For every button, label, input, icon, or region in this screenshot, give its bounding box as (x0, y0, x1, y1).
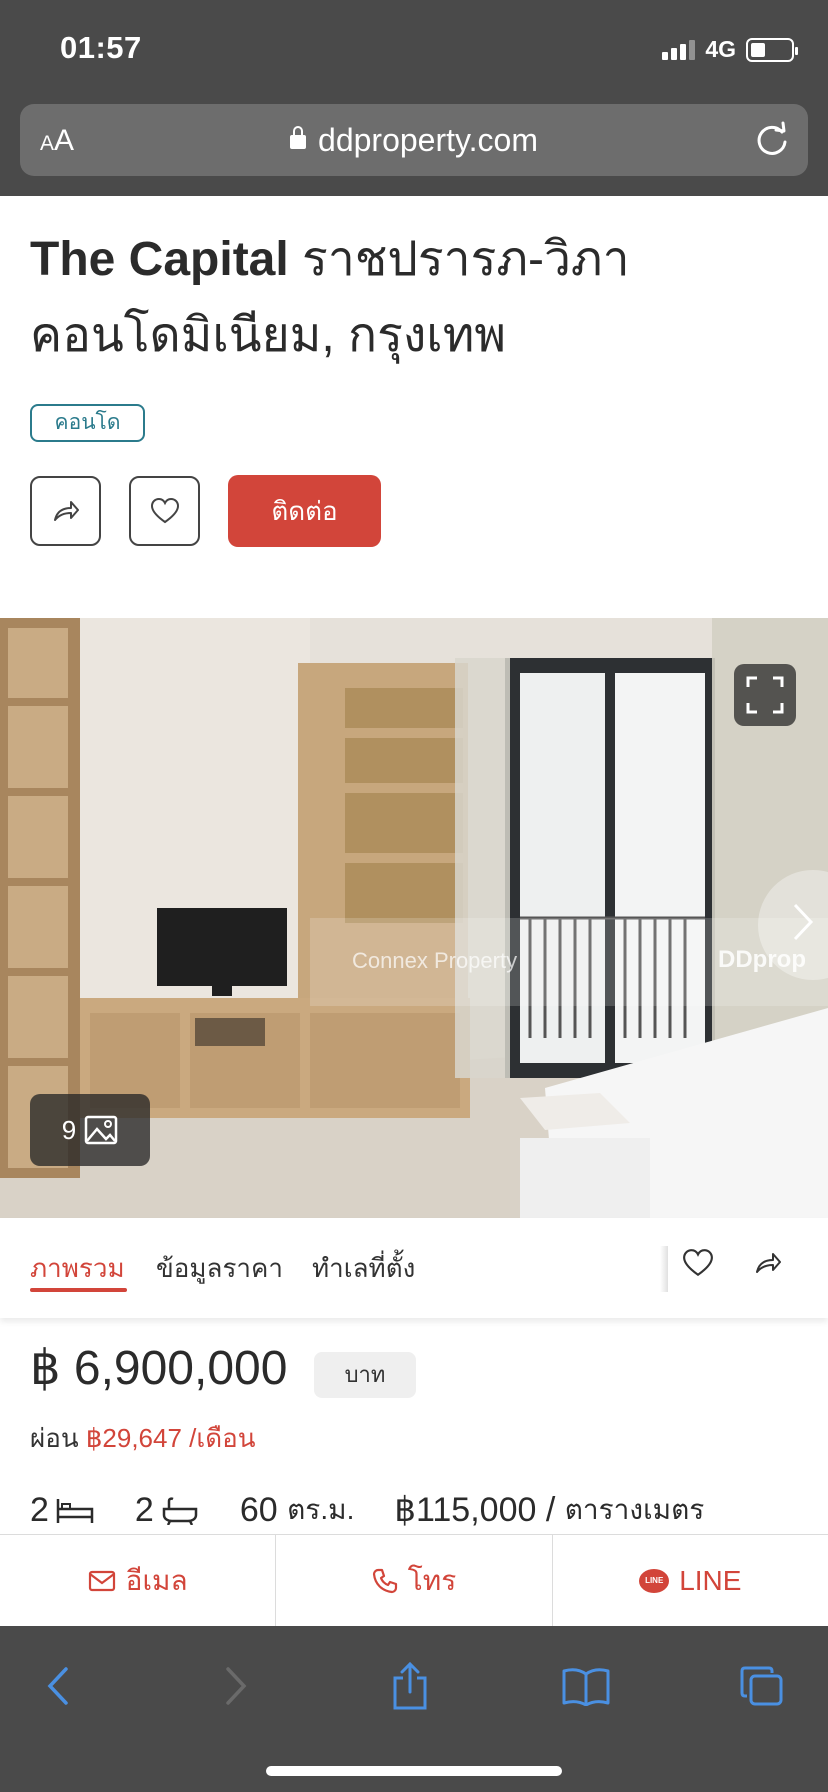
bookmarks-button[interactable] (556, 1656, 616, 1716)
listing-price: ฿ 6,900,000 (30, 1342, 288, 1395)
contact-button[interactable]: ติดต่อ (228, 475, 381, 547)
lock-icon (290, 126, 307, 149)
contact-action-bar: อีเมล โทร LINE LINE (0, 1534, 828, 1626)
share-icon[interactable] (752, 1248, 784, 1278)
bathroom-count: 2 (134, 1490, 154, 1529)
tab-price-info[interactable]: ข้อมูลราคา (156, 1248, 283, 1289)
listing-photo[interactable]: Connex Property DDprop 9 (0, 618, 828, 1218)
forward-button[interactable] (206, 1656, 266, 1716)
price-unit-badge: บาท (314, 1352, 416, 1398)
installment-label: ผ่อน (30, 1423, 79, 1453)
url-display[interactable]: ddproperty.com (20, 122, 808, 159)
email-label: อีเมล (125, 1564, 188, 1596)
bedroom-count: 2 (30, 1490, 49, 1529)
chevron-right-icon (226, 1667, 247, 1705)
photo-count: 9 (61, 1114, 77, 1145)
share-button[interactable] (30, 476, 101, 546)
installment-value: ฿29,647 /เดือน (85, 1423, 256, 1453)
email-button[interactable]: อีเมล (0, 1535, 277, 1626)
listing-title: The Capital ราชปรารภ-วิภา คอนโดมิเนียม, … (30, 222, 800, 374)
status-indicators: 4G (662, 36, 798, 63)
property-type-badge: คอนโด (30, 404, 145, 442)
line-icon: LINE (639, 1568, 670, 1593)
back-button[interactable] (28, 1656, 88, 1716)
bed-icon (56, 1499, 94, 1523)
tab-divider (660, 1246, 668, 1292)
reload-icon[interactable] (752, 120, 792, 160)
chevron-right-icon[interactable] (792, 902, 814, 942)
tabs-icon (740, 1666, 783, 1706)
watermark-agent: Connex Property (352, 948, 518, 973)
area-unit: ตร.ม. (287, 1494, 355, 1525)
bathtub-icon (162, 1497, 198, 1525)
tabs-button[interactable] (732, 1656, 792, 1716)
title-th: ราชปรารภ-วิภา (302, 233, 630, 286)
area-value: 60 (239, 1490, 278, 1529)
share-icon (53, 501, 79, 521)
tab-overview[interactable]: ภาพรวม (30, 1248, 125, 1289)
line-label: LINE (679, 1564, 742, 1596)
signal-icon (662, 39, 696, 60)
active-tab-indicator (30, 1288, 127, 1292)
price-per-sqm-unit: ตารางเมตร (564, 1494, 705, 1525)
fullscreen-button[interactable] (734, 664, 796, 726)
call-label: โทร (407, 1564, 457, 1596)
price-per-sqm: ฿115,000 / (394, 1491, 556, 1529)
section-tabs: ภาพรวม ข้อมูลราคา ทำเลที่ตั้ง (0, 1218, 828, 1318)
installment-info: ผ่อน ฿29,647 /เดือน (30, 1418, 256, 1459)
heart-icon (150, 497, 179, 524)
address-bar[interactable]: AA ddproperty.com (20, 104, 808, 176)
favorite-button[interactable] (129, 476, 200, 546)
battery-icon (746, 37, 798, 62)
network-type: 4G (705, 36, 736, 62)
phone-icon (372, 1568, 397, 1593)
property-specs: 2 2 60 ตร.ม. ฿115,000 / ตารางเมตร (30, 1488, 704, 1532)
line-button[interactable]: LINE LINE (553, 1535, 828, 1626)
heart-icon[interactable] (682, 1248, 714, 1278)
mail-icon (88, 1570, 115, 1591)
listing-subtitle: คอนโดมิเนียม, กรุงเทพ (30, 309, 506, 362)
expand-icon (746, 676, 784, 714)
book-icon (562, 1668, 610, 1706)
chevron-left-icon (47, 1667, 68, 1705)
image-icon (84, 1115, 118, 1145)
url-text: ddproperty.com (318, 122, 538, 158)
share-sheet-button[interactable] (380, 1656, 440, 1716)
tab-location[interactable]: ทำเลที่ตั้ง (312, 1248, 415, 1289)
call-button[interactable]: โทร (276, 1535, 553, 1626)
home-indicator (266, 1766, 562, 1776)
browser-toolbar (0, 1626, 828, 1792)
browser-chrome: 01:57 4G AA ddproperty.com (0, 0, 828, 196)
status-time: 01:57 (60, 30, 142, 65)
photo-count-button[interactable]: 9 (30, 1094, 150, 1166)
title-en: The Capital (30, 233, 289, 286)
share-icon (393, 1662, 427, 1710)
